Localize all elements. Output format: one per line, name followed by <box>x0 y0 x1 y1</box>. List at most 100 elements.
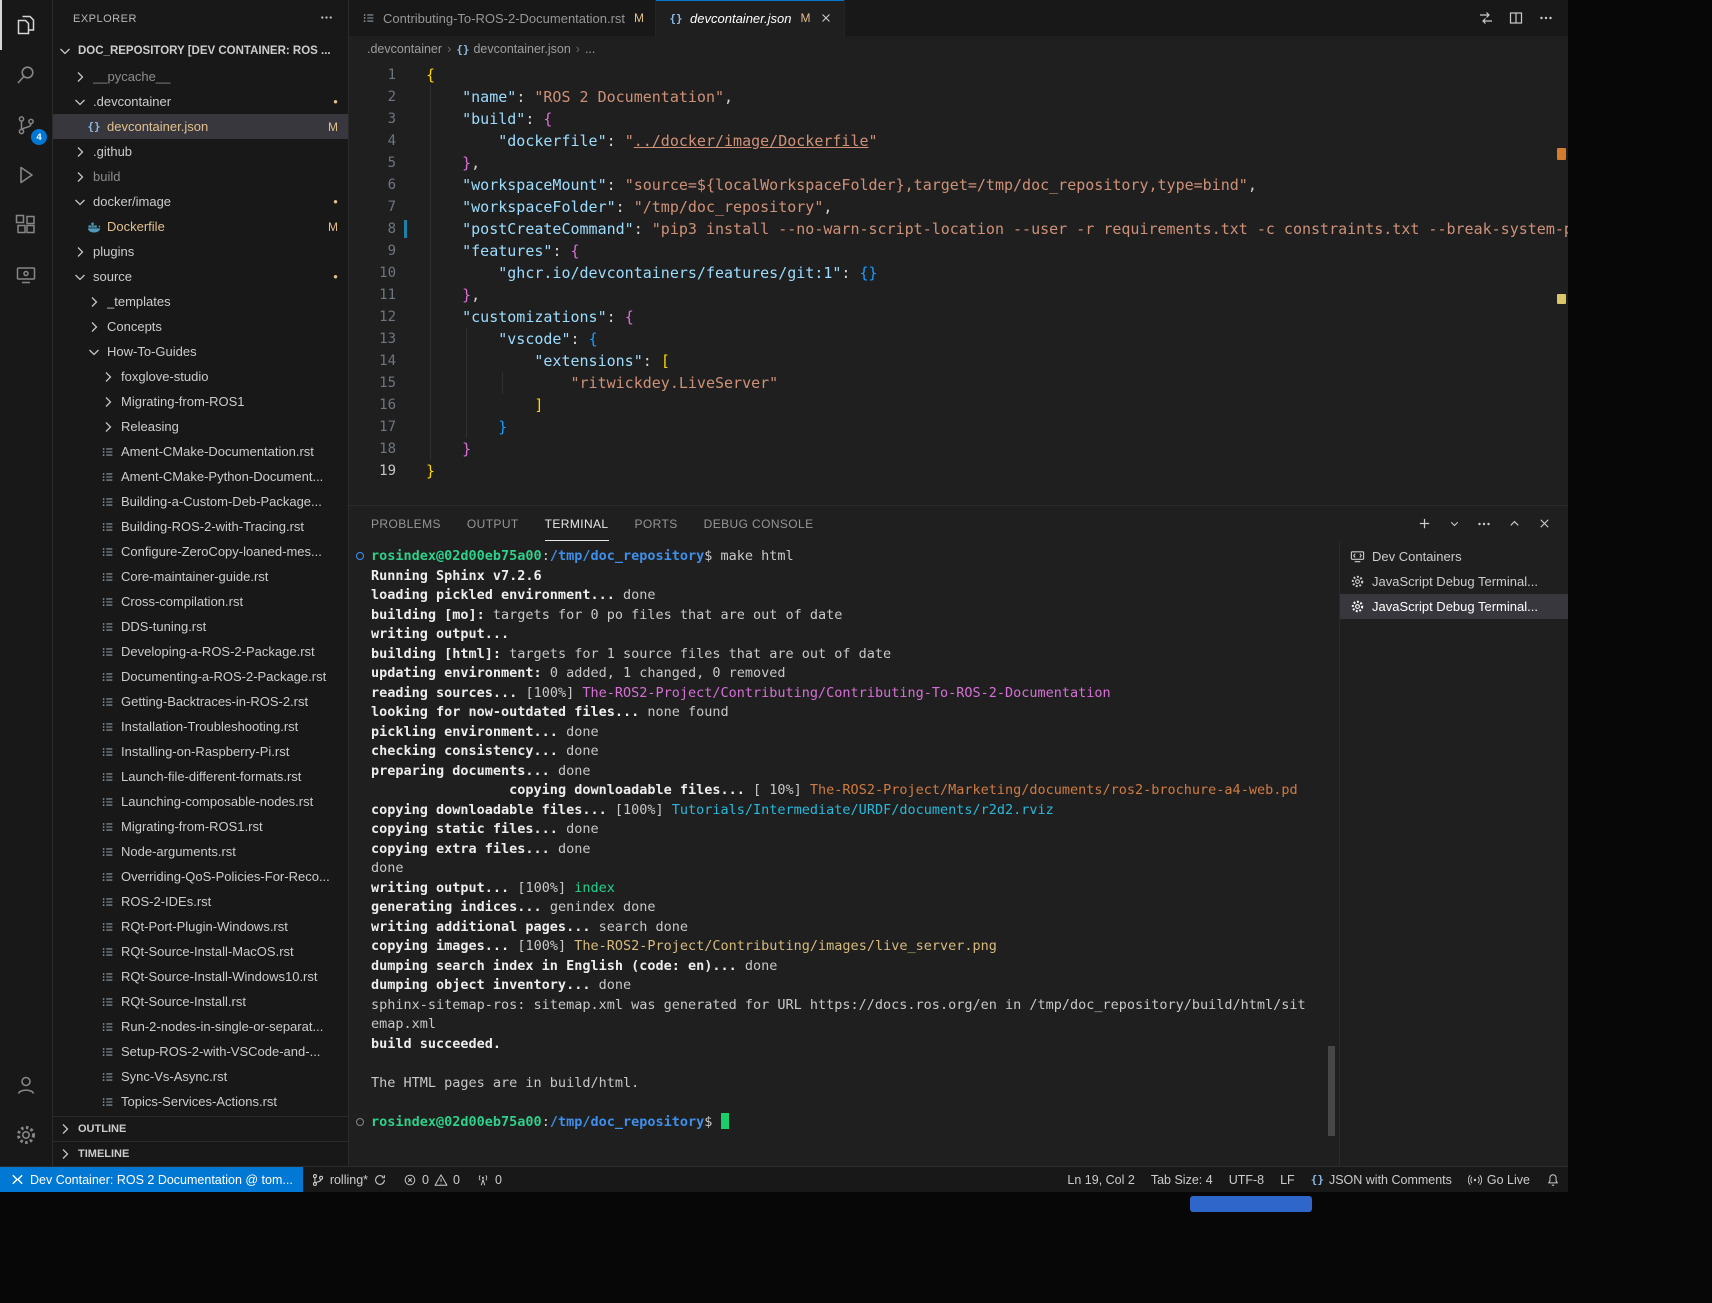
code-line[interactable]: 5 }, <box>349 152 1568 174</box>
code-line[interactable]: 11 }, <box>349 284 1568 306</box>
tree-item[interactable]: __pycache__ <box>53 64 348 89</box>
code-line[interactable]: 6 "workspaceMount": "source=${localWorks… <box>349 174 1568 196</box>
code-line[interactable]: 10 "ghcr.io/devcontainers/features/git:1… <box>349 262 1568 284</box>
code-line[interactable]: 15 "ritwickdey.LiveServer" <box>349 372 1568 394</box>
ports-indicator[interactable]: 0 <box>468 1167 510 1192</box>
tree-item[interactable]: Installation-Troubleshooting.rst <box>53 714 348 739</box>
activity-source-control[interactable]: 4 <box>0 100 52 150</box>
tree-item[interactable]: Concepts <box>53 314 348 339</box>
code-line[interactable]: 12 "customizations": { <box>349 306 1568 328</box>
tree-item[interactable]: Migrating-from-ROS1.rst <box>53 814 348 839</box>
tab-size-indicator[interactable]: Tab Size: 4 <box>1143 1167 1221 1192</box>
tree-item[interactable]: How-To-Guides <box>53 339 348 364</box>
tree-item[interactable]: Topics-Services-Actions.rst <box>53 1089 348 1114</box>
tree-item[interactable]: RQt-Source-Install-MacOS.rst <box>53 939 348 964</box>
command-decoration-icon[interactable] <box>356 1118 364 1126</box>
more-actions-icon[interactable] <box>1532 5 1560 31</box>
code-line[interactable]: 13 "vscode": { <box>349 328 1568 350</box>
tree-item[interactable]: build <box>53 164 348 189</box>
tree-item[interactable]: Launch-file-different-formats.rst <box>53 764 348 789</box>
editor-tab[interactable]: Contributing-To-ROS-2-Documentation.rstM <box>349 0 656 36</box>
tree-item[interactable]: Getting-Backtraces-in-ROS-2.rst <box>53 689 348 714</box>
activity-account[interactable] <box>0 1060 52 1110</box>
terminal-list-item[interactable]: JavaScript Debug Terminal... <box>1340 594 1568 619</box>
close-icon[interactable] <box>819 11 833 25</box>
tree-item[interactable]: Migrating-from-ROS1 <box>53 389 348 414</box>
activity-extensions[interactable] <box>0 200 52 250</box>
command-decoration-icon[interactable] <box>356 552 364 560</box>
tree-item[interactable]: Core-maintainer-guide.rst <box>53 564 348 589</box>
editor-tab[interactable]: {}devcontainer.jsonM <box>656 0 845 36</box>
terminal-list-item[interactable]: Dev Containers <box>1340 544 1568 569</box>
tree-item[interactable]: .devcontainer● <box>53 89 348 114</box>
cursor-position[interactable]: Ln 19, Col 2 <box>1059 1167 1142 1192</box>
tree-item[interactable]: Documenting-a-ROS-2-Package.rst <box>53 664 348 689</box>
tree-item[interactable]: plugins <box>53 239 348 264</box>
split-editor-icon[interactable] <box>1502 5 1530 31</box>
language-mode[interactable]: {} JSON with Comments <box>1303 1167 1460 1192</box>
tree-item[interactable]: foxglove-studio <box>53 364 348 389</box>
activity-explorer[interactable] <box>0 0 52 50</box>
code-line[interactable]: 3 "build": { <box>349 108 1568 130</box>
panel-tab-problems[interactable]: PROBLEMS <box>371 506 441 541</box>
activity-search[interactable] <box>0 50 52 100</box>
maximize-panel-icon[interactable] <box>1500 511 1528 537</box>
code-line[interactable]: 14 "extensions": [ <box>349 350 1568 372</box>
outline-section[interactable]: OUTLINE <box>53 1116 348 1141</box>
notifications-button[interactable] <box>1538 1167 1568 1192</box>
activity-run-debug[interactable] <box>0 150 52 200</box>
breadcrumb-item[interactable]: .devcontainer <box>367 42 442 56</box>
tree-item[interactable]: Configure-ZeroCopy-loaned-mes... <box>53 539 348 564</box>
tree-item[interactable]: DDS-tuning.rst <box>53 614 348 639</box>
breadcrumb-item[interactable]: {}devcontainer.json <box>456 42 571 56</box>
tree-item[interactable]: RQt-Source-Install-Windows10.rst <box>53 964 348 989</box>
panel-tab-output[interactable]: OUTPUT <box>467 506 519 541</box>
more-actions-icon[interactable] <box>319 10 334 28</box>
timeline-section[interactable]: TIMELINE <box>53 1141 348 1166</box>
panel-tab-terminal[interactable]: TERMINAL <box>545 506 609 541</box>
tree-item[interactable]: Ament-CMake-Documentation.rst <box>53 439 348 464</box>
tree-item[interactable]: {}devcontainer.jsonM <box>53 114 348 139</box>
tree-item[interactable]: Installing-on-Raspberry-Pi.rst <box>53 739 348 764</box>
tree-item[interactable]: source● <box>53 264 348 289</box>
new-terminal-icon[interactable] <box>1410 511 1438 537</box>
tree-item[interactable]: RQt-Port-Plugin-Windows.rst <box>53 914 348 939</box>
tree-item[interactable]: Building-ROS-2-with-Tracing.rst <box>53 514 348 539</box>
tree-item[interactable]: ROS-2-IDEs.rst <box>53 889 348 914</box>
encoding-indicator[interactable]: UTF-8 <box>1221 1167 1272 1192</box>
tree-item[interactable]: Cross-compilation.rst <box>53 589 348 614</box>
eol-indicator[interactable]: LF <box>1272 1167 1303 1192</box>
tree-item[interactable]: Run-2-nodes-in-single-or-separat... <box>53 1014 348 1039</box>
open-changes-icon[interactable] <box>1472 5 1500 31</box>
workspace-section-header[interactable]: DOC_REPOSITORY [DEV CONTAINER: ROS ... <box>53 38 348 64</box>
code-line[interactable]: 8 "postCreateCommand": "pip3 install --n… <box>349 218 1568 240</box>
code-line[interactable]: 19} <box>349 460 1568 482</box>
tree-item[interactable]: Ament-CMake-Python-Document... <box>53 464 348 489</box>
tree-item[interactable]: Developing-a-ROS-2-Package.rst <box>53 639 348 664</box>
panel-tab-ports[interactable]: PORTS <box>635 506 678 541</box>
activity-remote-explorer[interactable] <box>0 250 52 300</box>
panel-tab-debug-console[interactable]: DEBUG CONSOLE <box>704 506 814 541</box>
tree-item[interactable]: Building-a-Custom-Deb-Package... <box>53 489 348 514</box>
tree-item[interactable]: docker/image● <box>53 189 348 214</box>
terminal-list-item[interactable]: JavaScript Debug Terminal... <box>1340 569 1568 594</box>
code-line[interactable]: 1{ <box>349 64 1568 86</box>
code-line[interactable]: 18 } <box>349 438 1568 460</box>
go-live-button[interactable]: Go Live <box>1460 1167 1538 1192</box>
problems-indicator[interactable]: 0 0 <box>395 1167 468 1192</box>
activity-settings[interactable] <box>0 1110 52 1160</box>
tree-item[interactable]: _templates <box>53 289 348 314</box>
terminal-dropdown-icon[interactable] <box>1440 511 1468 537</box>
code-line[interactable]: 16 ] <box>349 394 1568 416</box>
code-line[interactable]: 4 "dockerfile": "../docker/image/Dockerf… <box>349 130 1568 152</box>
tree-item[interactable]: Sync-Vs-Async.rst <box>53 1064 348 1089</box>
code-line[interactable]: 7 "workspaceFolder": "/tmp/doc_repositor… <box>349 196 1568 218</box>
code-line[interactable]: 17 } <box>349 416 1568 438</box>
terminal[interactable]: rosindex@02d00eb75a00:/tmp/doc_repositor… <box>349 541 1339 1167</box>
tree-item[interactable]: DockerfileM <box>53 214 348 239</box>
tree-item[interactable]: Node-arguments.rst <box>53 839 348 864</box>
tree-item[interactable]: Releasing <box>53 414 348 439</box>
tree-item[interactable]: RQt-Source-Install.rst <box>53 989 348 1014</box>
code-line[interactable]: 2 "name": "ROS 2 Documentation", <box>349 86 1568 108</box>
more-actions-icon[interactable] <box>1470 511 1498 537</box>
